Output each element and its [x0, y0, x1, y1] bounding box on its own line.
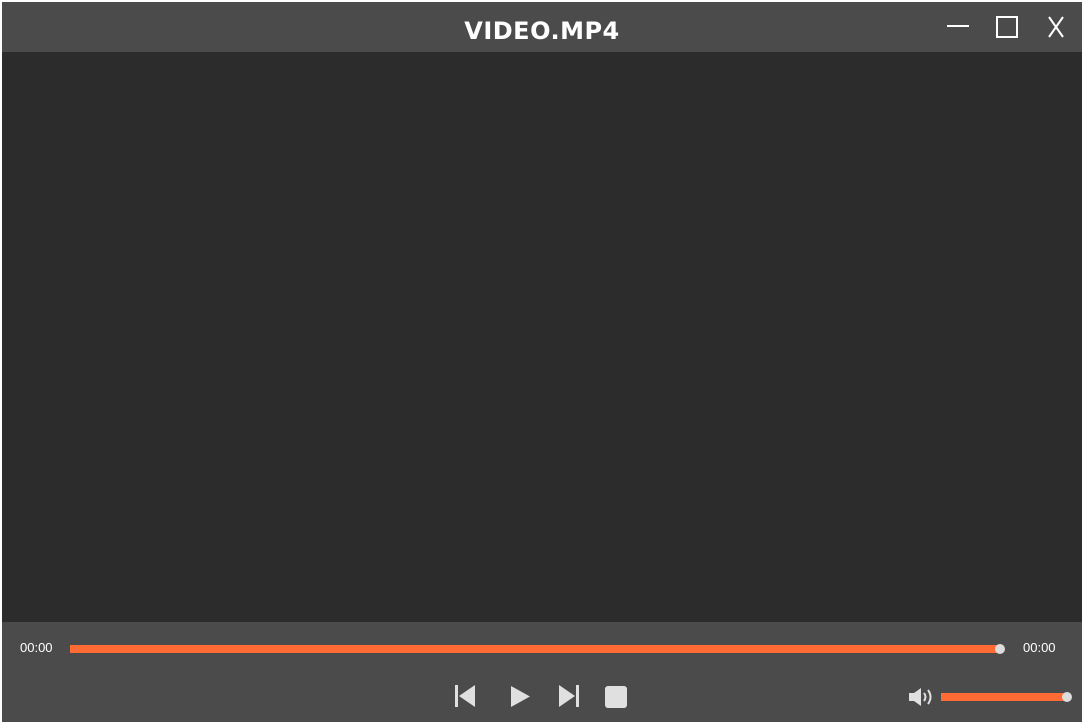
- video-player-window: VIDEO.MP4 00:00 00:00: [2, 2, 1082, 722]
- volume-icon: [909, 688, 932, 706]
- play-button[interactable]: [505, 682, 533, 710]
- minimize-button[interactable]: [939, 10, 975, 46]
- stop-icon: [605, 686, 627, 708]
- total-time: 00:00: [1023, 640, 1056, 655]
- maximize-icon: [996, 16, 1018, 38]
- skip-next-icon: [559, 685, 579, 707]
- current-time: 00:00: [20, 640, 53, 655]
- volume-fill: [941, 693, 1067, 701]
- close-button[interactable]: [1038, 10, 1074, 46]
- previous-button[interactable]: [451, 682, 479, 710]
- close-icon: [1048, 16, 1064, 38]
- seek-progress-fill: [70, 645, 1000, 653]
- seek-handle[interactable]: [995, 644, 1005, 654]
- volume-slider[interactable]: [941, 691, 1073, 703]
- volume-handle[interactable]: [1062, 692, 1072, 702]
- mute-button[interactable]: [907, 686, 937, 708]
- minimize-icon: [947, 25, 969, 27]
- maximize-button[interactable]: [989, 10, 1025, 46]
- title-bar[interactable]: VIDEO.MP4: [2, 2, 1082, 52]
- seek-slider[interactable]: [70, 643, 1005, 655]
- window-title: VIDEO.MP4: [464, 17, 620, 45]
- video-surface[interactable]: [2, 52, 1082, 622]
- play-icon: [511, 686, 530, 707]
- control-bar: 00:00 00:00: [2, 622, 1082, 722]
- stop-button[interactable]: [602, 682, 630, 710]
- next-button[interactable]: [555, 682, 583, 710]
- skip-previous-icon: [455, 685, 475, 707]
